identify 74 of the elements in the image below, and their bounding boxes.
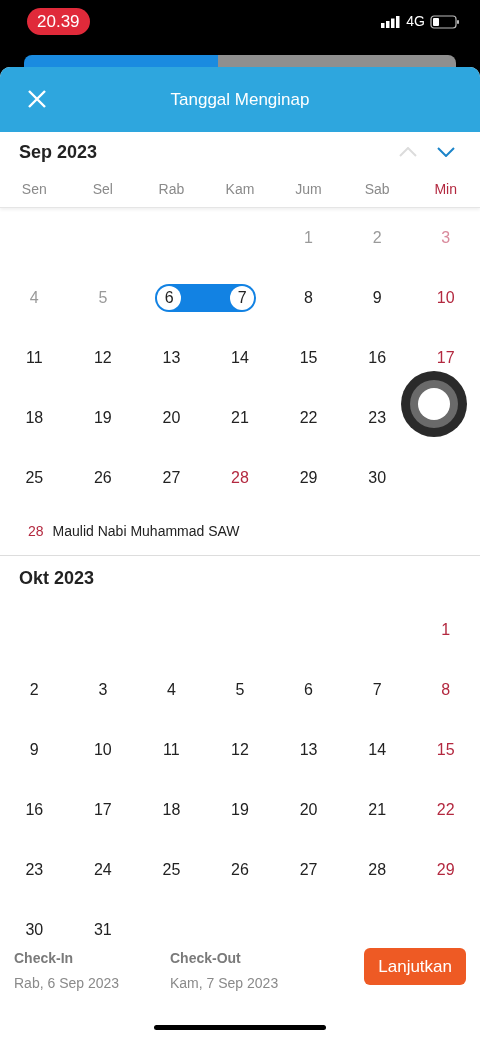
battery-icon bbox=[430, 14, 460, 29]
calendar-day[interactable]: 1 bbox=[441, 618, 451, 642]
calendar-day[interactable]: 30 bbox=[368, 466, 387, 490]
holiday-name: Maulid Nabi Muhammad SAW bbox=[52, 522, 240, 541]
calendar-day[interactable]: 16 bbox=[25, 798, 44, 822]
calendar-day[interactable]: 26 bbox=[231, 858, 249, 882]
calendar-day[interactable]: 24 bbox=[93, 858, 112, 882]
calendar-day[interactable]: 7 bbox=[372, 678, 382, 702]
calendar-day[interactable]: 19 bbox=[93, 406, 112, 430]
calendar-day[interactable]: 31 bbox=[93, 918, 112, 940]
calendar-day[interactable]: 6 bbox=[304, 678, 313, 702]
header-title: Tanggal Menginap bbox=[170, 88, 310, 111]
weekday-label: Rab bbox=[158, 180, 185, 199]
check-out-date: Kam, 7 Sep 2023 bbox=[170, 974, 280, 993]
calendar-day[interactable]: 12 bbox=[93, 346, 112, 370]
time-badge: 20.39 bbox=[27, 7, 90, 36]
calendar-day[interactable]: 17 bbox=[436, 346, 455, 370]
calendar-day[interactable]: 14 bbox=[368, 738, 387, 762]
calendar-day[interactable]: 15 bbox=[299, 346, 318, 370]
calendar-day[interactable]: 30 bbox=[25, 918, 44, 940]
holiday-date: 28 bbox=[28, 522, 44, 541]
check-out-label: Check-Out bbox=[170, 949, 242, 968]
calendar-day[interactable]: 5 bbox=[235, 678, 245, 702]
month-title: Okt 2023 bbox=[19, 566, 95, 590]
signal-icon bbox=[381, 15, 402, 28]
calendar-day[interactable]: 23 bbox=[368, 406, 387, 430]
calendar-day[interactable]: 28 bbox=[368, 858, 387, 882]
calendar-day[interactable]: 25 bbox=[25, 466, 44, 490]
calendar-day[interactable]: 26 bbox=[93, 466, 112, 490]
calendar-day[interactable]: 20 bbox=[299, 798, 318, 822]
calendar-day[interactable]: 29 bbox=[436, 858, 455, 882]
calendar-day[interactable]: 16 bbox=[368, 346, 387, 370]
weekday-label: Min bbox=[434, 180, 457, 199]
check-in-date: Rab, 6 Sep 2023 bbox=[14, 974, 121, 993]
calendar-day[interactable]: 19 bbox=[231, 798, 249, 822]
close-button[interactable] bbox=[27, 89, 47, 109]
check-in-label: Check-In bbox=[14, 949, 75, 968]
calendar-day[interactable]: 22 bbox=[436, 798, 455, 822]
calendar-day[interactable]: 27 bbox=[299, 858, 318, 882]
weekday-label: Kam bbox=[225, 180, 255, 199]
calendar-day[interactable]: 21 bbox=[231, 406, 249, 430]
calendar-day[interactable]: 27 bbox=[162, 466, 181, 490]
calendar-day[interactable]: 15 bbox=[436, 738, 455, 762]
calendar-day[interactable]: 9 bbox=[29, 738, 39, 762]
calendar-day[interactable]: 10 bbox=[436, 286, 455, 310]
calendar-day[interactable]: 18 bbox=[25, 406, 44, 430]
calendar-day[interactable]: 12 bbox=[231, 738, 249, 762]
calendar-day[interactable]: 9 bbox=[372, 286, 382, 310]
weekday-label: Sab bbox=[364, 180, 390, 199]
calendar-day[interactable]: 22 bbox=[299, 406, 318, 430]
weekday-label: Sen bbox=[21, 180, 47, 199]
calendar-day[interactable]: 17 bbox=[93, 798, 112, 822]
calendar-day[interactable]: 20 bbox=[162, 406, 181, 430]
calendar-day[interactable]: 14 bbox=[231, 346, 249, 370]
calendar-day[interactable]: 3 bbox=[98, 678, 108, 702]
calendar-day[interactable]: 13 bbox=[162, 346, 181, 370]
calendar-day[interactable]: 28 bbox=[231, 466, 249, 490]
network-label: 4G bbox=[406, 12, 425, 31]
calendar-day[interactable]: 11 bbox=[163, 738, 180, 762]
calendar-day[interactable]: 18 bbox=[162, 798, 181, 822]
calendar-day[interactable]: 25 bbox=[162, 858, 181, 882]
weekday-label: Jum bbox=[295, 180, 322, 199]
weekday-label: Sel bbox=[92, 180, 113, 199]
calendar-day[interactable]: 2 bbox=[29, 678, 39, 702]
calendar-day[interactable]: 4 bbox=[166, 678, 176, 702]
calendar-day[interactable]: 10 bbox=[93, 738, 112, 762]
calendar-day[interactable]: 29 bbox=[299, 466, 318, 490]
calendar-day[interactable]: 8 bbox=[441, 678, 451, 702]
calendar-day[interactable]: 23 bbox=[25, 858, 44, 882]
calendar-day[interactable]: 21 bbox=[368, 798, 387, 822]
calendar-day[interactable]: 13 bbox=[299, 738, 318, 762]
calendar-day[interactable]: 8 bbox=[304, 286, 313, 310]
month-title: Sep 2023 bbox=[19, 140, 98, 164]
calendar-day[interactable]: 11 bbox=[25, 346, 43, 370]
